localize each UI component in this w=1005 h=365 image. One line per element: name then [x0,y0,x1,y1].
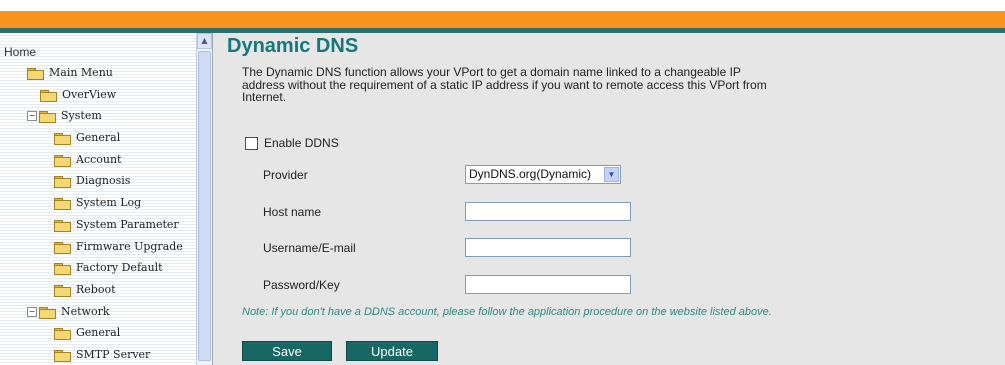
provider-label: Provider [263,168,308,182]
sidebar-item-main-menu[interactable]: Main Menu [27,63,113,83]
host-name-label: Host name [263,205,322,219]
folder-icon [54,197,71,210]
password-label: Password/Key [263,278,340,292]
save-button[interactable]: Save [242,341,332,361]
username-label: Username/E-mail [263,241,356,255]
password-input[interactable] [465,275,631,294]
collapse-icon[interactable]: − [27,111,37,121]
sidebar-item-home[interactable]: Home [4,42,36,62]
ddns-note: Note: If you don't have a DDNS account, … [242,306,772,318]
sidebar-item-label: Account [76,153,122,166]
sidebar-item-diagnosis[interactable]: Diagnosis [54,171,130,191]
folder-icon [54,154,71,167]
folder-open-icon [27,67,44,80]
sidebar-item-label: System [61,109,102,122]
folder-icon [54,262,71,275]
sidebar-item-label: OverView [62,88,117,101]
sidebar-item-label: General [76,326,121,339]
folder-icon [54,219,71,232]
page-title: Dynamic DNS [227,35,359,57]
update-button[interactable]: Update [346,341,438,361]
sidebar-item-system[interactable]: − System [27,106,102,126]
provider-selected-value: DynDNS.org(Dynamic) [469,167,592,181]
sidebar-item-network-general[interactable]: General [54,323,120,343]
sidebar-item-label: Firmware Upgrade [76,240,183,253]
folder-icon [54,241,71,254]
main-content: Dynamic DNS The Dynamic DNS function all… [213,33,1005,365]
folder-icon [40,89,57,102]
sidebar-item-system-general[interactable]: General [54,128,120,148]
sidebar-item-system-parameter[interactable]: System Parameter [54,215,179,235]
chevron-down-icon[interactable]: ▼ [604,167,619,182]
page-description: The Dynamic DNS function allows your VPo… [242,65,767,104]
sidebar-item-smtp-server[interactable]: SMTP Server [54,345,150,365]
folder-icon [54,284,71,297]
sidebar-item-firmware-upgrade[interactable]: Firmware Upgrade [54,237,183,257]
folder-open-icon [39,306,56,319]
host-name-input[interactable] [465,202,631,221]
sidebar-item-reboot[interactable]: Reboot [54,280,116,300]
folder-open-icon [39,110,56,123]
sidebar-item-account[interactable]: Account [54,150,121,170]
sidebar: Home Main Menu OverView − System General … [0,33,213,365]
sidebar-item-factory-default[interactable]: Factory Default [54,258,163,278]
sidebar-item-label: General [76,131,121,144]
scroll-up-arrow-icon[interactable]: ▲ [197,33,212,49]
sidebar-item-overview[interactable]: OverView [40,85,116,105]
sidebar-item-network[interactable]: − Network [27,302,110,322]
enable-ddns-checkbox[interactable] [245,137,258,150]
sidebar-item-label: Factory Default [76,261,163,274]
sidebar-item-system-log[interactable]: System Log [54,193,141,213]
provider-select[interactable]: DynDNS.org(Dynamic) ▼ [465,165,621,184]
folder-icon [54,327,71,340]
sidebar-scrollbar[interactable]: ▲ [196,33,212,365]
folder-icon [54,349,71,362]
folder-icon [54,175,71,188]
sidebar-item-label: SMTP Server [76,348,151,361]
sidebar-item-label: System Parameter [76,218,179,231]
header-bar [0,11,1005,28]
sidebar-item-label: Diagnosis [76,174,131,187]
folder-icon [54,132,71,145]
top-strip [0,0,1005,11]
sidebar-item-label: Network [61,305,110,318]
sidebar-item-label: Main Menu [49,66,113,79]
collapse-icon[interactable]: − [27,307,37,317]
sidebar-item-label: System Log [76,196,142,209]
enable-ddns-label[interactable]: Enable DDNS [264,136,339,150]
menu-tree: Home Main Menu OverView − System General … [0,33,196,365]
username-input[interactable] [465,238,631,257]
sidebar-item-label: Reboot [76,283,116,296]
scrollbar-thumb[interactable] [198,51,211,361]
